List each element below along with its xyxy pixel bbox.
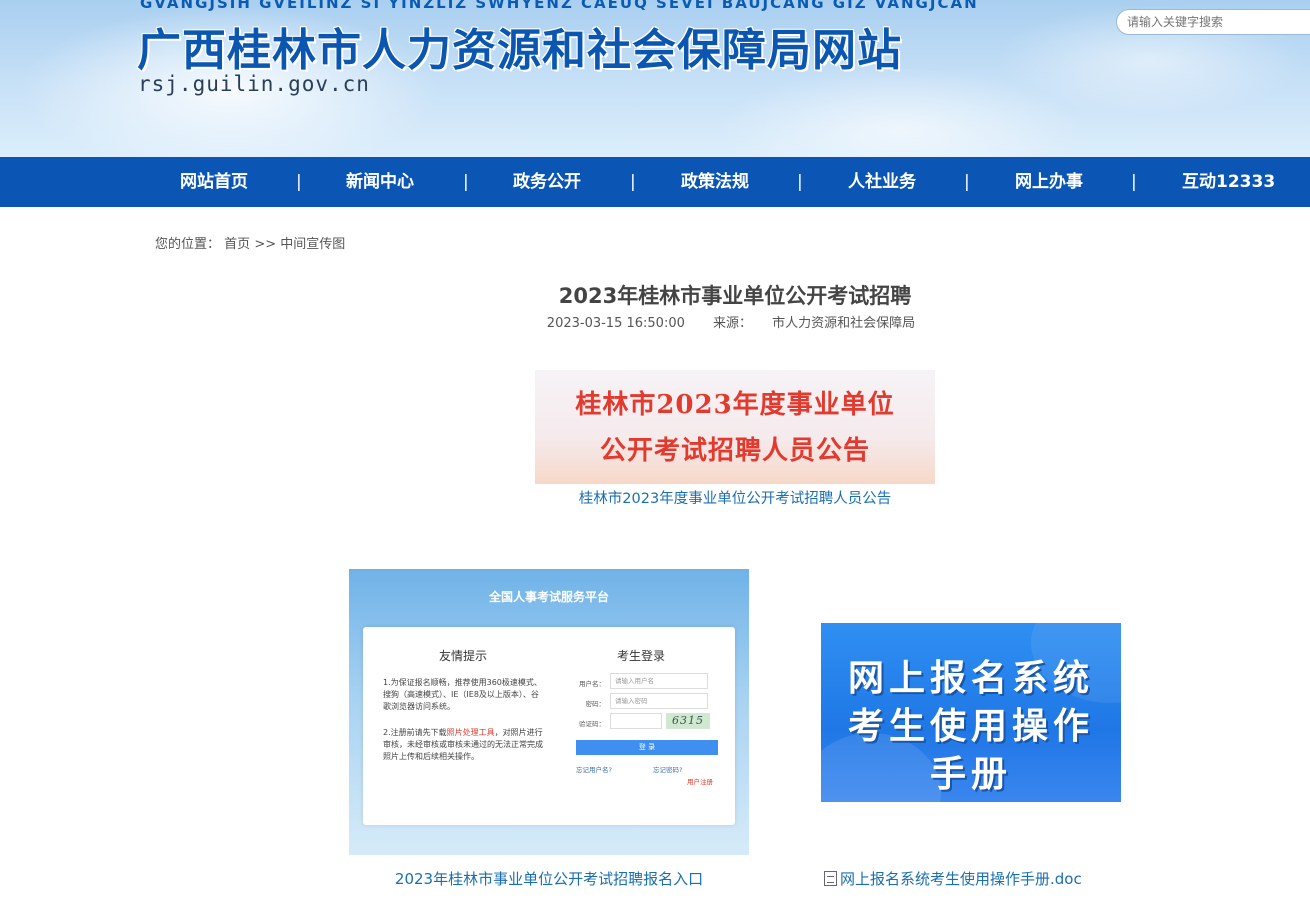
article-date: 2023-03-15 16:50:00 — [546, 316, 685, 331]
nav-item-home[interactable]: 网站首页 — [180, 157, 248, 207]
breadcrumb-current: 中间宣传图 — [280, 237, 346, 252]
tip-1: 1.为保证报名顺畅，推荐使用360极速模式、搜狗（高速模式）、IE（IE8及以上… — [383, 678, 542, 711]
site-title: 广西桂林市人力资源和社会保障局网站 — [137, 25, 902, 76]
nav-item-policies[interactable]: 政策法规 — [681, 157, 749, 207]
nav-separator: | — [630, 172, 636, 192]
article-source: 市人力资源和社会保障局 — [772, 316, 916, 331]
username-label: 用户名： — [579, 680, 605, 688]
announcement-banner-line1: 桂林市2023年度事业单位 — [575, 390, 895, 420]
article-source-label: 来源： — [713, 316, 753, 331]
tip-2: 2.注册前请先下载照片处理工具，对照片进行审核，未经审核或审核未通过的无法正常完… — [383, 728, 543, 761]
breadcrumb-home-link[interactable]: 首页 — [224, 237, 250, 252]
announcement-banner-line2: 公开考试招聘人员公告 — [599, 436, 870, 466]
nav-separator: | — [463, 172, 469, 192]
exam-platform-screenshot-image[interactable]: 全国人事考试服务平台 友情提示 1.为保证报名顺畅，推荐使用360极速模式、搜狗… — [349, 569, 749, 855]
tips-title: 友情提示 — [438, 649, 487, 663]
password-label: 密码： — [585, 700, 606, 708]
announcement-link[interactable]: 桂林市2023年度事业单位公开考试招聘人员公告 — [535, 487, 935, 508]
username-field: 请输入用户名 — [610, 673, 708, 689]
manual-download-link[interactable]: 网上报名系统考生使用操作手册.doc — [824, 868, 1082, 889]
nav-item-interaction-12333[interactable]: 互动12333 — [1182, 157, 1275, 207]
nav-separator: | — [1131, 172, 1137, 192]
search-input[interactable] — [1116, 9, 1310, 35]
login-button: 登 录 — [576, 740, 718, 755]
nav-item-news[interactable]: 新闻中心 — [346, 157, 414, 207]
header-banner: GVANGJSIH GVEILINZ SI YINZLIZ SWHYENZ CA… — [0, 0, 1310, 157]
nav-separator: | — [964, 172, 970, 192]
manual-cover-image[interactable]: 网上报名系统 考生使用操作 手册 — [821, 623, 1121, 802]
registration-entry-link[interactable]: 2023年桂林市事业单位公开考试招聘报名入口 — [349, 868, 749, 889]
nav-separator: | — [296, 172, 302, 192]
site-domain: rsj.guilin.gov.cn — [138, 72, 370, 96]
main-nav: 网站首页 | 新闻中心 | 政务公开 | 政策法规 | 人社业务 | 网上办事 … — [0, 157, 1310, 207]
manual-cover-line1: 网上报名系统 — [847, 657, 1094, 699]
forgot-password-link: 忘记密码? — [653, 766, 683, 774]
captcha-field — [610, 713, 662, 729]
nav-item-online-services[interactable]: 网上办事 — [1015, 157, 1083, 207]
breadcrumb-separator: >> — [254, 237, 277, 252]
nav-separator: | — [797, 172, 803, 192]
nav-item-hr-business[interactable]: 人社业务 — [848, 157, 916, 207]
document-icon — [824, 871, 837, 886]
password-field: 请输入密码 — [610, 693, 708, 709]
manual-download-label: 网上报名系统考生使用操作手册.doc — [840, 870, 1082, 888]
register-link: 用户注册 — [687, 778, 713, 786]
breadcrumb: 您的位置： 首页 >> 中间宣传图 — [155, 233, 345, 252]
zhuang-title: GVANGJSIH GVEILINZ SI YINZLIZ SWHYENZ CA… — [140, 0, 979, 12]
nav-item-government-affairs[interactable]: 政务公开 — [513, 157, 581, 207]
manual-cover-line3: 手册 — [929, 753, 1012, 795]
captcha-image: 6315 — [666, 713, 710, 729]
manual-cover-line2: 考生使用操作 — [847, 705, 1094, 747]
article-meta: 2023-03-15 16:50:00 来源： 市人力资源和社会保障局 — [0, 312, 1310, 331]
article-title: 2023年桂林市事业单位公开考试招聘 — [558, 284, 912, 308]
platform-title: 全国人事考试服务平台 — [488, 590, 609, 604]
breadcrumb-prefix: 您的位置： — [155, 237, 221, 252]
forgot-username-link: 忘记用户名? — [576, 766, 612, 774]
captcha-label: 验证码： — [579, 720, 605, 728]
announcement-banner-image[interactable]: 桂林市2023年度事业单位 公开考试招聘人员公告 — [535, 370, 935, 484]
login-title: 考生登录 — [616, 649, 665, 663]
login-card: 友情提示 1.为保证报名顺畅，推荐使用360极速模式、搜狗（高速模式）、IE（I… — [363, 627, 735, 825]
